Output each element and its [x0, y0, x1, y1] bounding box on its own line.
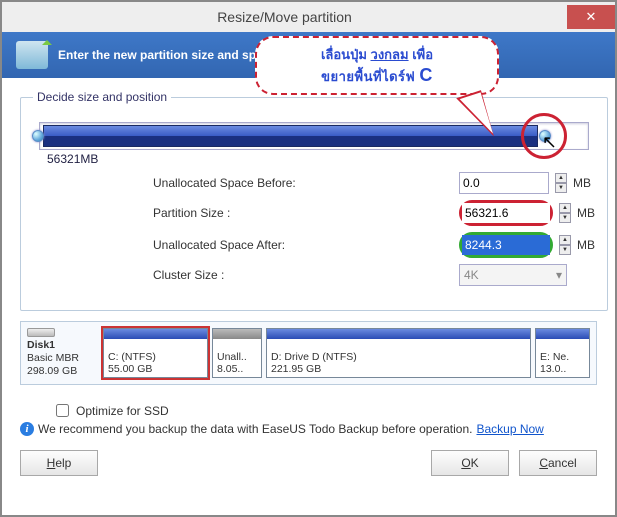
unalloc-before-label: Unallocated Space Before:	[33, 176, 453, 190]
spinner-icon[interactable]: ▲▼	[559, 203, 571, 223]
resize-handle-left[interactable]	[32, 130, 44, 142]
partition-block[interactable]: E: Ne.13.0..	[535, 328, 590, 378]
backup-note: We recommend you backup the data with Ea…	[38, 422, 472, 436]
ok-button[interactable]: OK	[431, 450, 509, 476]
unalloc-before-input[interactable]	[459, 172, 549, 194]
cancel-button[interactable]: Cancel	[519, 450, 597, 476]
resize-handle-right[interactable]	[539, 130, 551, 142]
chevron-down-icon: ▾	[556, 268, 562, 282]
close-button[interactable]: ✕	[567, 5, 615, 29]
partition-block[interactable]: C: (NTFS)55.00 GB	[103, 328, 208, 378]
help-button[interactable]: Help	[20, 450, 98, 476]
close-icon: ✕	[586, 9, 597, 25]
optimize-ssd-checkbox[interactable]	[56, 404, 69, 417]
group-legend: Decide size and position	[33, 90, 171, 104]
spinner-icon[interactable]: ▲▼	[559, 235, 571, 255]
partition-size-label: Partition Size :	[33, 206, 453, 220]
disk-info: Disk1 Basic MBR 298.09 GB	[27, 328, 99, 378]
size-position-group: Decide size and position ↖ 56321MB Unall…	[20, 90, 608, 311]
backup-now-link[interactable]: Backup Now	[476, 422, 543, 436]
spinner-icon[interactable]: ▲▼	[555, 173, 567, 193]
cluster-size-label: Cluster Size :	[33, 268, 453, 282]
titlebar: Resize/Move partition ✕	[2, 2, 615, 32]
annotation-callout: เลื่อนปุ่ม วงกลม เพื่อ ขยายพื้นที่ไดร์ฟ …	[255, 36, 499, 95]
optimize-ssd-label: Optimize for SSD	[76, 404, 169, 418]
current-size-text: 56321MB	[47, 152, 98, 166]
cluster-size-select[interactable]: 4K ▾	[459, 264, 567, 286]
window-title: Resize/Move partition	[2, 9, 567, 25]
unalloc-after-input[interactable]	[462, 235, 550, 255]
unit-label: MB	[577, 206, 595, 220]
unalloc-after-label: Unallocated Space After:	[33, 238, 453, 252]
disk-layout-bar: Disk1 Basic MBR 298.09 GB C: (NTFS)55.00…	[20, 321, 597, 385]
partition-icon	[16, 41, 48, 69]
unit-label: MB	[573, 176, 591, 190]
annotation-green-oval	[459, 232, 553, 258]
annotation-red-oval	[459, 200, 553, 226]
size-track[interactable]	[39, 122, 589, 150]
partition-block[interactable]: Unall..8.05..	[212, 328, 262, 378]
info-icon: i	[20, 422, 34, 436]
unit-label: MB	[577, 238, 595, 252]
partition-fill	[43, 125, 538, 147]
partition-size-input[interactable]	[462, 203, 550, 223]
disk-icon	[27, 328, 55, 337]
partition-block[interactable]: D: Drive D (NTFS)221.95 GB	[266, 328, 531, 378]
